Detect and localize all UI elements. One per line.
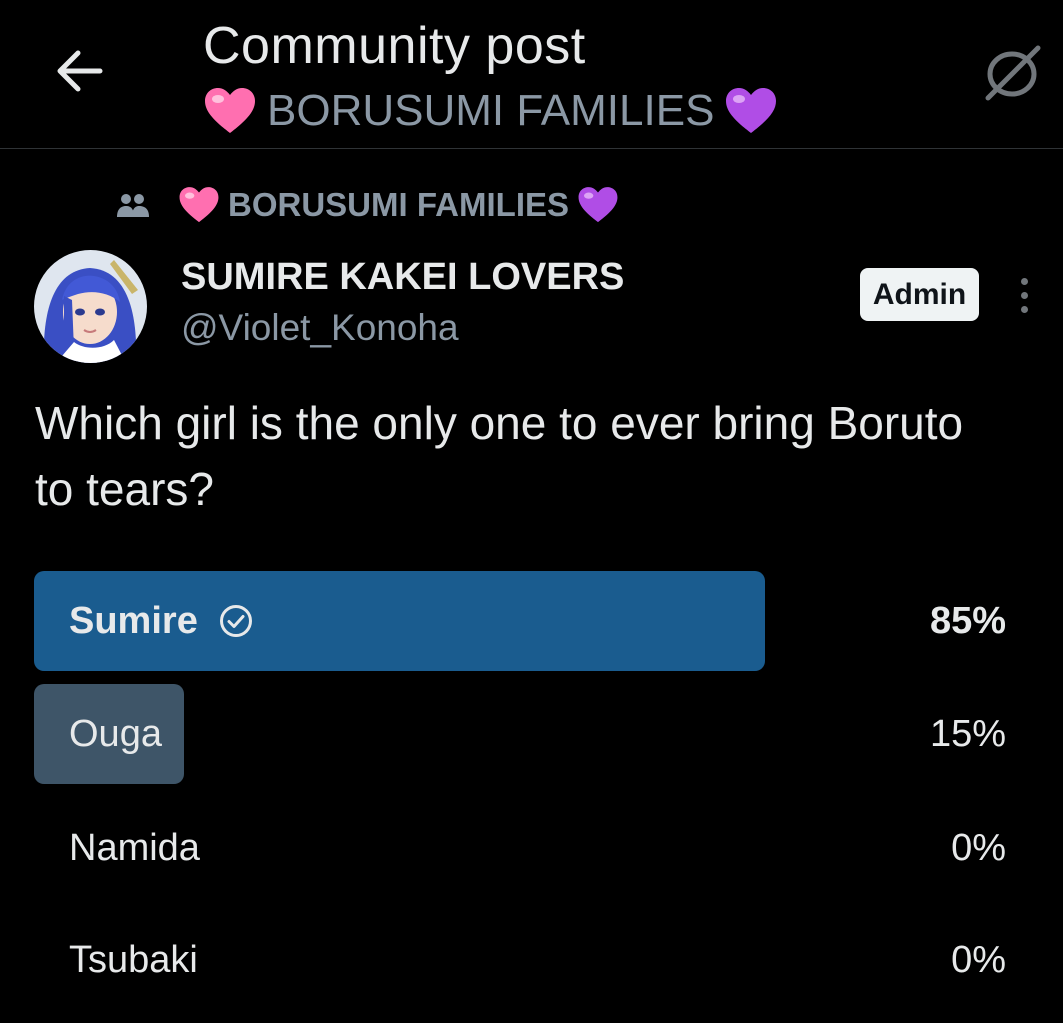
post-text: Which girl is the only one to ever bring… [35, 397, 964, 515]
poll-option-label: Tsubaki [69, 938, 198, 981]
admin-badge: Admin [860, 268, 979, 321]
spoiler-button[interactable] [974, 38, 1048, 108]
pink-heart-icon [178, 186, 220, 224]
author-handle[interactable]: @Violet_Konoha [181, 306, 459, 350]
poll-option-label: Sumire [69, 599, 198, 642]
poll-option-percent: 0% [951, 826, 1006, 869]
author-name[interactable]: SUMIRE KAKEI LOVERS [181, 254, 624, 300]
community-subtitle-text: BORUSUMI FAMILIES [267, 86, 715, 135]
poll-option-percent: 85% [929, 599, 1006, 642]
purple-heart-icon [724, 87, 778, 135]
back-button[interactable] [46, 38, 112, 104]
avatar[interactable] [34, 250, 147, 363]
people-icon [116, 192, 150, 218]
spoiler-slash-icon [985, 45, 1041, 101]
page-title: Community post [203, 17, 586, 75]
community-subtitle: BORUSUMI FAMILIES [203, 86, 778, 136]
poll-option-label: Namida [69, 826, 200, 869]
poll-option-namida[interactable]: Namida 0% [34, 798, 1034, 898]
more-options-button[interactable] [1004, 270, 1044, 320]
poll-option-ouga[interactable]: Ouga 15% [34, 684, 1034, 784]
more-dot [1020, 305, 1028, 313]
community-link[interactable]: BORUSUMI FAMILIES [116, 180, 619, 230]
arrow-left-icon [57, 50, 103, 92]
community-post-screen: Community post BORUSUMI FAMILIES BORUSUM… [0, 0, 1063, 1023]
check-circle-icon [219, 605, 252, 637]
poll-option-tsubaki[interactable]: Tsubaki 0% [34, 910, 1034, 1010]
poll-option-label: Ouga [69, 712, 162, 755]
community-name: BORUSUMI FAMILIES [228, 186, 570, 223]
more-dot [1020, 291, 1028, 299]
poll-option-sumire[interactable]: Sumire 85% [34, 571, 1034, 671]
pink-heart-icon [203, 87, 257, 135]
poll-option-percent: 15% [929, 712, 1006, 755]
poll-option-percent: 0% [951, 938, 1006, 981]
purple-heart-icon [577, 186, 619, 224]
top-bar: Community post BORUSUMI FAMILIES [0, 0, 1063, 149]
more-dot [1020, 277, 1028, 285]
